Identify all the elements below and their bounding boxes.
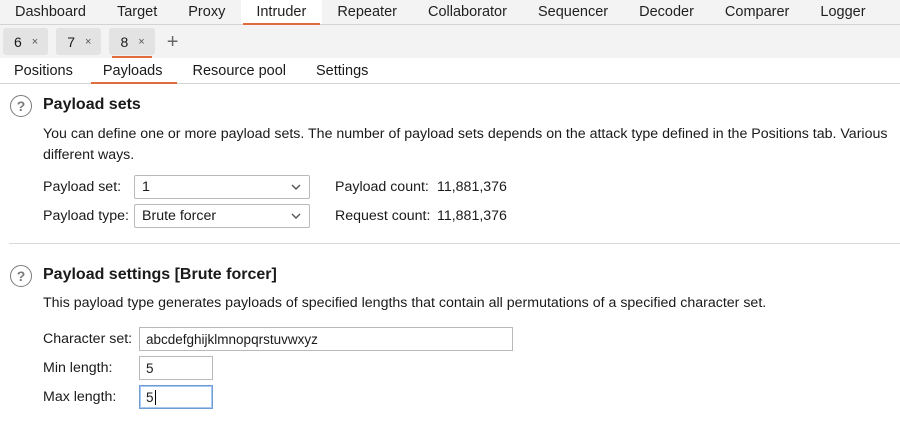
tab-repeater[interactable]: Repeater (322, 0, 413, 24)
section-divider (9, 243, 900, 244)
payload-set-value: 1 (142, 179, 150, 195)
payload-sets-title: Payload sets (43, 96, 141, 113)
tab-positions[interactable]: Positions (0, 58, 89, 83)
max-length-value: 5 (146, 389, 154, 405)
request-count-label: Request count: (335, 208, 431, 224)
tab-resource-pool[interactable]: Resource pool (179, 58, 303, 83)
close-icon[interactable]: × (85, 36, 91, 48)
close-icon[interactable]: × (138, 36, 144, 48)
tab-target[interactable]: Target (102, 0, 173, 24)
tab-collaborator[interactable]: Collaborator (413, 0, 523, 24)
payload-sets-description: You can define one or more payload sets.… (43, 126, 888, 163)
text-caret (154, 389, 156, 405)
tab-logger[interactable]: Logger (805, 0, 881, 24)
min-length-label: Min length: (43, 360, 113, 376)
character-set-input[interactable]: abcdefghijklmnopqrstuvwxyz (139, 327, 513, 351)
add-tab-icon[interactable]: + (167, 32, 179, 52)
attack-tab-label: 8 (120, 33, 129, 50)
payload-set-select[interactable]: 1 (134, 175, 310, 199)
payload-type-select[interactable]: Brute forcer (134, 204, 310, 228)
tab-sequencer[interactable]: Sequencer (523, 0, 624, 24)
help-icon[interactable]: ? (10, 95, 32, 117)
tab-comparer[interactable]: Comparer (710, 0, 805, 24)
chevron-down-icon (291, 184, 301, 190)
tab-intruder[interactable]: Intruder (241, 0, 323, 25)
payload-count-value: 11,881,376 (437, 179, 507, 195)
attack-tab-label: 6 (14, 33, 22, 50)
payload-count-label: Payload count: (335, 179, 429, 195)
tab-dashboard[interactable]: Dashboard (0, 0, 102, 24)
intruder-sub-tab-bar: Positions Payloads Resource pool Setting… (0, 58, 900, 84)
attack-tab-label: 7 (67, 33, 76, 50)
tab-payloads[interactable]: Payloads (89, 58, 179, 84)
max-length-input[interactable]: 5 (139, 385, 213, 409)
payload-settings-description: This payload type generates payloads of … (43, 295, 767, 311)
attack-tab-bar: 6 × 7 × 8 × + (0, 25, 900, 58)
tab-decoder[interactable]: Decoder (624, 0, 710, 24)
close-icon[interactable]: × (32, 36, 38, 48)
tab-proxy[interactable]: Proxy (173, 0, 241, 24)
min-length-input[interactable]: 5 (139, 356, 213, 380)
character-set-value: abcdefghijklmnopqrstuvwxyz (146, 331, 318, 347)
tool-tab-bar: Dashboard Target Proxy Intruder Repeater… (0, 0, 900, 25)
payload-settings-title: Payload settings [Brute forcer] (43, 266, 277, 283)
payload-type-value: Brute forcer (142, 208, 217, 224)
payload-set-label: Payload set: (43, 179, 122, 195)
attack-tab-8[interactable]: 8 × (109, 28, 155, 58)
min-length-value: 5 (146, 360, 154, 376)
chevron-down-icon (291, 213, 301, 219)
tab-settings[interactable]: Settings (302, 58, 384, 83)
request-count-value: 11,881,376 (437, 208, 507, 224)
character-set-label: Character set: (43, 331, 133, 347)
attack-tab-7[interactable]: 7 × (56, 28, 102, 55)
max-length-label: Max length: (43, 389, 117, 405)
attack-tab-6[interactable]: 6 × (3, 28, 49, 55)
help-icon[interactable]: ? (10, 265, 32, 287)
payload-type-label: Payload type: (43, 208, 129, 224)
